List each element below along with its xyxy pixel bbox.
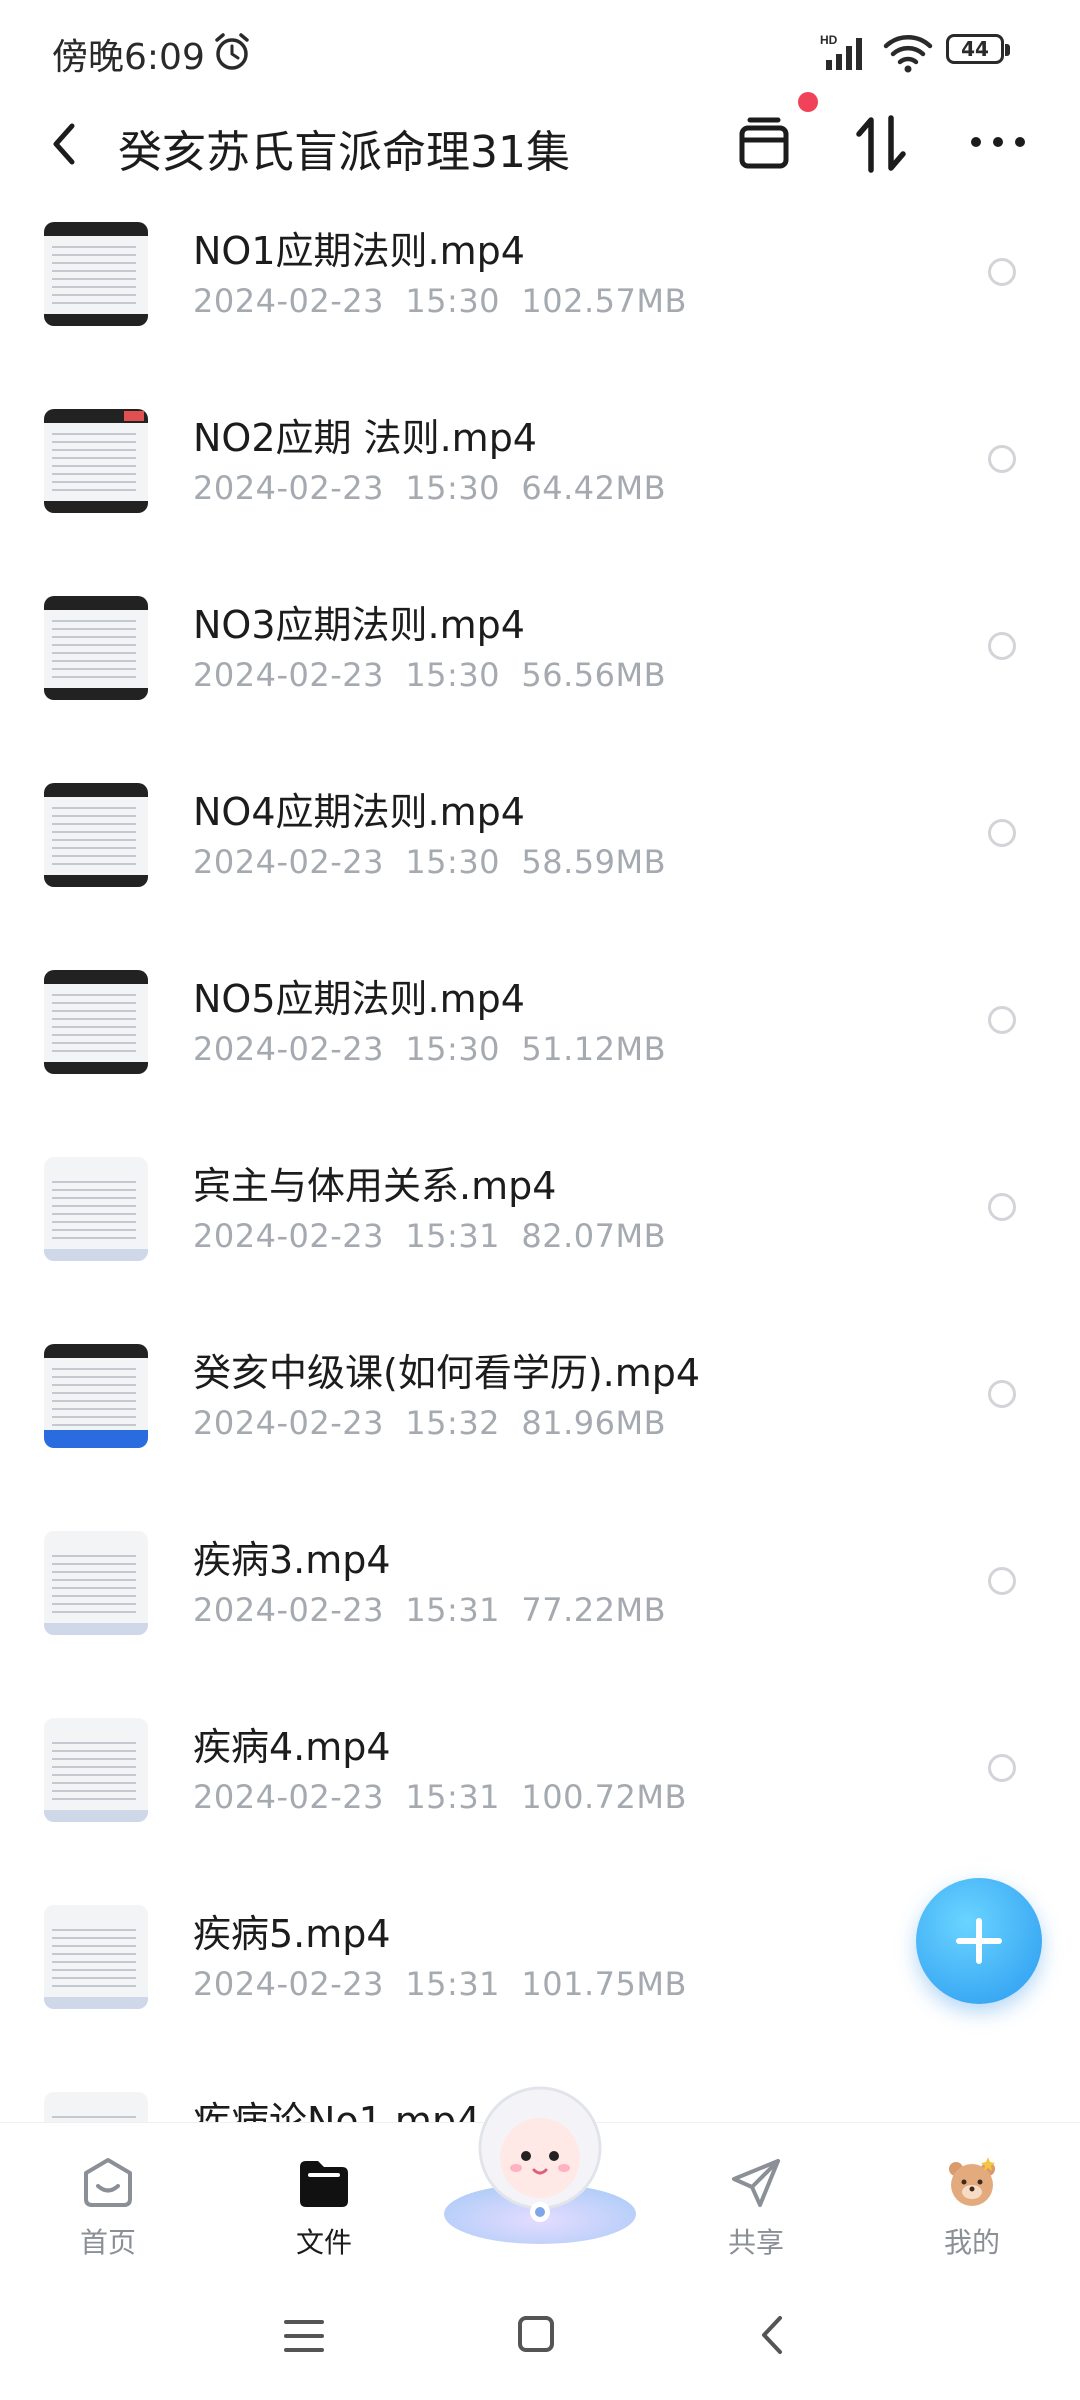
- status-bar: 傍晚6:09 HD 44: [0, 0, 1080, 100]
- video-thumbnail: [44, 1905, 148, 2009]
- select-radio[interactable]: [988, 1567, 1016, 1595]
- file-meta: 2024-02-23 15:30 102.57MB: [193, 282, 687, 320]
- signal-icon: HD: [820, 33, 862, 70]
- file-meta: 2024-02-23 15:30 64.42MB: [193, 469, 667, 507]
- file-item[interactable]: 疾病3.mp4 2024-02-23 15:31 77.22MB: [0, 1515, 1080, 1702]
- bear-avatar-icon: [949, 2157, 995, 2206]
- add-button[interactable]: [916, 1878, 1042, 2004]
- status-time: 傍晚6:09: [52, 37, 205, 78]
- file-meta: 2024-02-23 15:32 81.96MB: [193, 1404, 667, 1442]
- system-back-icon[interactable]: [756, 2312, 788, 2358]
- nav-mine-label: 我的: [943, 2226, 1000, 2259]
- file-meta: 2024-02-23 15:30 51.12MB: [193, 1030, 667, 1068]
- mascot-assistant-icon[interactable]: [436, 2064, 644, 2244]
- file-meta: 2024-02-23 15:31 100.72MB: [193, 1778, 687, 1816]
- video-thumbnail: [44, 1718, 148, 1822]
- file-name: NO4应期法则.mp4: [193, 790, 525, 834]
- select-radio[interactable]: [988, 445, 1016, 473]
- file-item[interactable]: 疾病4.mp4 2024-02-23 15:31 100.72MB: [0, 1702, 1080, 1889]
- nav-files-label: 文件: [295, 2226, 352, 2259]
- nav-mine[interactable]: 我的: [892, 2143, 1052, 2263]
- file-item[interactable]: 宾主与体用关系.mp4 2024-02-23 15:31 82.07MB: [0, 1141, 1080, 1328]
- select-radio[interactable]: [988, 1006, 1016, 1034]
- svg-text:HD: HD: [820, 33, 838, 47]
- nav-home-label: 首页: [79, 2226, 136, 2259]
- file-name: 疾病5.mp4: [193, 1912, 391, 1956]
- file-meta: 2024-02-23 15:30 58.59MB: [193, 843, 667, 881]
- file-name: NO1应期法则.mp4: [193, 229, 525, 273]
- alarm-icon: [215, 33, 249, 70]
- home-icon: [84, 2158, 132, 2207]
- file-item[interactable]: NO1应期法则.mp4 2024-02-23 15:30 102.57MB: [0, 206, 1080, 393]
- file-name: NO3应期法则.mp4: [193, 603, 525, 647]
- nav-share[interactable]: 共享: [676, 2143, 836, 2263]
- battery-level: 44: [961, 37, 989, 61]
- file-item[interactable]: 疾病5.mp4 2024-02-23 15:31 101.75MB: [0, 1889, 1080, 2076]
- sort-icon[interactable]: [854, 114, 908, 174]
- back-icon[interactable]: [44, 118, 84, 170]
- file-list: NO1应期法则.mp4 2024-02-23 15:30 102.57MB NO…: [0, 206, 1080, 2126]
- nav-share-label: 共享: [727, 2226, 784, 2259]
- file-meta: 2024-02-23 15:31 77.22MB: [193, 1591, 667, 1629]
- file-name: 宾主与体用关系.mp4: [193, 1164, 557, 1208]
- plus-icon: [956, 1918, 1002, 1964]
- video-thumbnail: [44, 1157, 148, 1261]
- nav-home[interactable]: 首页: [28, 2143, 188, 2263]
- file-name: 疾病4.mp4: [193, 1725, 391, 1769]
- file-item[interactable]: NO3应期法则.mp4 2024-02-23 15:30 56.56MB: [0, 580, 1080, 767]
- select-radio[interactable]: [988, 632, 1016, 660]
- home-square-icon[interactable]: [516, 2314, 556, 2354]
- video-thumbnail: [44, 2092, 148, 2126]
- file-item[interactable]: NO5应期法则.mp4 2024-02-23 15:30 51.12MB: [0, 954, 1080, 1141]
- file-name: 疾病3.mp4: [193, 1538, 391, 1582]
- more-icon[interactable]: [968, 130, 1028, 154]
- file-item[interactable]: NO4应期法则.mp4 2024-02-23 15:30 58.59MB: [0, 767, 1080, 954]
- video-thumbnail: [44, 596, 148, 700]
- video-thumbnail: [44, 409, 148, 513]
- wifi-icon: [883, 35, 933, 73]
- notification-dot: [798, 92, 818, 112]
- file-meta: 2024-02-23 15:31 82.07MB: [193, 1217, 667, 1255]
- video-thumbnail: [44, 970, 148, 1074]
- file-name: NO2应期 法则.mp4: [193, 416, 537, 460]
- file-name: 癸亥中级课(如何看学历).mp4: [193, 1351, 701, 1395]
- video-thumbnail: [44, 1531, 148, 1635]
- select-radio[interactable]: [988, 1193, 1016, 1221]
- select-radio[interactable]: [988, 1754, 1016, 1782]
- video-thumbnail: [44, 222, 148, 326]
- folder-icon: [300, 2161, 348, 2207]
- select-radio[interactable]: [988, 819, 1016, 847]
- battery-indicator: 44: [946, 34, 1012, 68]
- select-radio[interactable]: [988, 258, 1016, 286]
- recent-apps-icon[interactable]: [282, 2316, 326, 2356]
- send-icon: [732, 2159, 780, 2207]
- nav-files[interactable]: 文件: [244, 2143, 404, 2263]
- select-radio[interactable]: [988, 1380, 1016, 1408]
- file-meta: 2024-02-23 15:31 101.75MB: [193, 1965, 687, 2003]
- archive-icon[interactable]: [736, 116, 792, 172]
- file-item[interactable]: 癸亥中级课(如何看学历).mp4 2024-02-23 15:32 81.96M…: [0, 1328, 1080, 1515]
- file-meta: 2024-02-23 15:30 56.56MB: [193, 656, 667, 694]
- video-thumbnail: [44, 1344, 148, 1448]
- page-title: 癸亥苏氏盲派命理31集: [118, 127, 570, 178]
- file-item[interactable]: NO2应期 法则.mp4 2024-02-23 15:30 64.42MB: [0, 393, 1080, 580]
- file-name: NO5应期法则.mp4: [193, 977, 525, 1021]
- video-thumbnail: [44, 783, 148, 887]
